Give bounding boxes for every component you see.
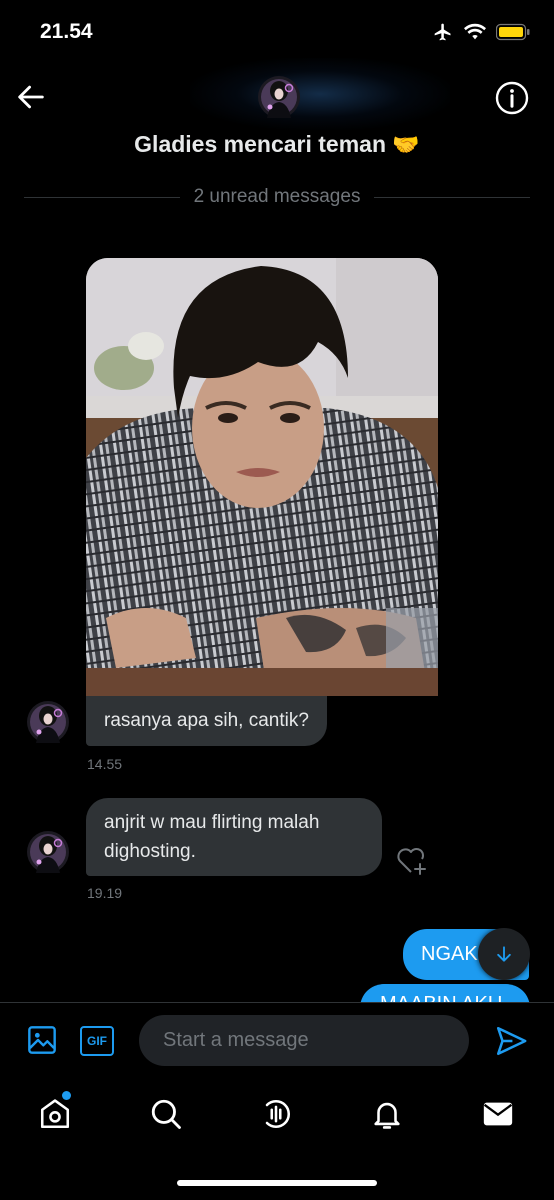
status-icons	[432, 22, 530, 42]
info-button[interactable]	[494, 80, 530, 116]
home-icon	[40, 1099, 70, 1129]
battery-icon	[496, 23, 530, 41]
nav-messages-button[interactable]	[480, 1096, 516, 1132]
nav-home-button[interactable]	[37, 1096, 73, 1132]
sender-avatar[interactable]	[27, 701, 69, 743]
messages-icon	[483, 1102, 513, 1126]
nav-search-button[interactable]	[148, 1096, 184, 1132]
sender-avatar[interactable]	[27, 831, 69, 873]
avatar-image	[27, 701, 69, 743]
react-heart-button[interactable]	[395, 845, 429, 877]
unread-divider-text: 2 unread messages	[193, 186, 361, 207]
handshake-emoji: 🤝	[392, 132, 420, 157]
wifi-icon	[464, 23, 486, 40]
message-timestamp: 14.55	[87, 756, 123, 772]
divider-line-right	[374, 196, 531, 198]
received-message[interactable]: rasanya apa sih, cantik?	[86, 696, 327, 746]
divider-line-left	[24, 196, 180, 198]
airplane-icon	[434, 23, 451, 41]
info-icon	[495, 81, 529, 115]
spaces-icon	[265, 1100, 290, 1128]
avatar-image	[27, 831, 69, 873]
avatar-image	[258, 76, 300, 118]
message-timestamp: 19.19	[87, 885, 123, 901]
nav-spaces-button[interactable]	[258, 1096, 294, 1132]
arrow-left-icon	[18, 85, 44, 109]
home-indicator	[177, 1180, 377, 1186]
conversation-title[interactable]: Gladies mencari teman 🤝	[0, 131, 554, 158]
status-time: 21.54	[40, 20, 93, 43]
notifications-icon	[374, 1102, 400, 1129]
conversation-title-text: Gladies mencari teman	[134, 131, 387, 157]
received-message[interactable]: anjrit w mau flirting malah dighosting.	[86, 798, 382, 876]
nav-notifications-button[interactable]	[369, 1096, 405, 1132]
header-avatar[interactable]	[258, 76, 300, 118]
add-image-button[interactable]	[26, 1024, 58, 1056]
add-gif-button[interactable]: GIF	[80, 1026, 114, 1056]
heart-plus-icon	[397, 847, 426, 875]
photo-image	[86, 258, 438, 696]
header-glow	[190, 58, 450, 130]
back-button[interactable]	[14, 80, 48, 114]
gif-label: GIF	[87, 1034, 107, 1048]
message-input[interactable]	[139, 1015, 469, 1066]
send-icon	[496, 1026, 527, 1056]
image-icon	[28, 1026, 56, 1054]
search-icon	[151, 1099, 181, 1129]
notification-dot	[62, 1091, 71, 1100]
unread-divider: 2 unread messages	[24, 184, 531, 210]
send-button[interactable]	[494, 1024, 528, 1058]
message-photo[interactable]	[86, 258, 438, 696]
scroll-to-bottom-button[interactable]	[478, 928, 530, 980]
arrow-down-icon	[497, 946, 511, 962]
